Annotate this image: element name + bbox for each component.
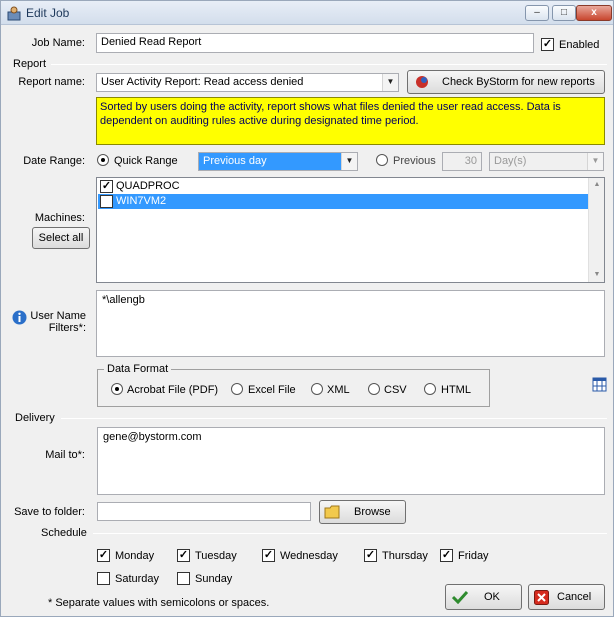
sunday-checkbox[interactable] (177, 572, 190, 585)
scroll-down-icon[interactable]: ▼ (589, 268, 604, 282)
friday-label: Friday (458, 550, 489, 562)
table-settings-icon[interactable] (592, 377, 607, 392)
report-divider (51, 64, 607, 65)
machine-row[interactable]: ✓ QUADPROC (98, 179, 588, 194)
schedule-section-label: Schedule (41, 527, 87, 539)
format-html-radio[interactable] (424, 383, 436, 395)
chevron-down-icon[interactable]: ▼ (341, 153, 357, 170)
title-bar[interactable]: Edit Job – □ x (1, 1, 613, 25)
format-xml-radio[interactable] (311, 383, 323, 395)
saturday-label: Saturday (115, 573, 160, 585)
job-name-label: Job Name: (31, 37, 85, 49)
folder-icon (324, 505, 340, 519)
report-name-select[interactable]: User Activity Report: Read access denied… (96, 73, 399, 92)
user-filter-input[interactable]: *\allengb (96, 290, 605, 357)
chevron-down-icon[interactable]: ▼ (382, 74, 398, 91)
scroll-up-icon[interactable]: ▲ (589, 178, 604, 192)
format-html-label: HTML (441, 384, 471, 396)
enabled-checkbox[interactable]: ✓ (541, 38, 554, 51)
format-xml-label: XML (327, 384, 350, 396)
cancel-icon (534, 590, 549, 605)
thursday-checkbox[interactable]: ✓ (364, 549, 377, 562)
previous-count-input[interactable]: 30 (442, 152, 482, 171)
previous-unit-value: Day(s) (494, 155, 527, 167)
save-folder-input[interactable] (97, 502, 311, 521)
save-folder-label: Save to folder: (14, 506, 85, 518)
quick-range-label: Quick Range (114, 155, 178, 167)
user-filter-label-line1: User Name (30, 310, 86, 322)
friday-checkbox[interactable]: ✓ (440, 549, 453, 562)
cancel-button[interactable]: Cancel (528, 584, 605, 610)
machine-checkbox[interactable]: ✓ (100, 180, 113, 193)
report-name-value: User Activity Report: Read access denied (101, 76, 304, 88)
quick-range-value: Previous day (203, 155, 267, 167)
ok-button[interactable]: OK (445, 584, 522, 610)
monday-checkbox[interactable]: ✓ (97, 549, 110, 562)
wednesday-label: Wednesday (280, 550, 338, 562)
date-range-label: Date Range: (23, 155, 85, 167)
machines-list[interactable]: ✓ QUADPROC ✓ WIN7VM2 ▲ ▼ (96, 177, 605, 283)
tuesday-label: Tuesday (195, 550, 237, 562)
report-section-label: Report (13, 58, 47, 70)
data-format-title: Data Format (104, 363, 172, 375)
report-name-label: Report name: (18, 76, 85, 88)
chevron-down-icon[interactable]: ▼ (587, 153, 603, 170)
format-excel-label: Excel File (248, 384, 296, 396)
machines-scrollbar[interactable]: ▲ ▼ (588, 178, 604, 282)
format-csv-radio[interactable] (368, 383, 380, 395)
window-title: Edit Job (26, 6, 70, 20)
browse-label: Browse (354, 506, 391, 518)
quick-range-select[interactable]: Previous day ▼ (198, 152, 358, 171)
cancel-label: Cancel (557, 591, 592, 603)
delivery-section-label: Delivery (15, 412, 55, 424)
maximize-button[interactable]: □ (552, 5, 576, 21)
machine-checkbox[interactable]: ✓ (100, 195, 113, 208)
browse-button[interactable]: Browse (319, 500, 406, 524)
machines-label: Machines: (34, 212, 85, 224)
format-pdf-label: Acrobat File (PDF) (127, 384, 219, 396)
bystorm-logo-icon (416, 76, 428, 88)
ok-label: OK (484, 591, 500, 603)
format-csv-label: CSV (384, 384, 407, 396)
thursday-label: Thursday (382, 550, 428, 562)
machine-row[interactable]: ✓ WIN7VM2 (98, 194, 588, 209)
edit-job-window: Edit Job – □ x Job Name: Denied Read Rep… (0, 0, 614, 617)
footnote: * Separate values with semicolons or spa… (48, 597, 270, 609)
format-pdf-radio[interactable] (111, 383, 123, 395)
job-name-input[interactable]: Denied Read Report (96, 33, 534, 53)
mail-to-label: Mail to*: (45, 449, 85, 461)
enabled-label: Enabled (559, 39, 600, 51)
mail-to-input[interactable]: gene@bystorm.com (97, 427, 605, 495)
quick-range-radio[interactable] (97, 154, 109, 166)
checkmark-icon (452, 590, 468, 604)
sunday-label: Sunday (195, 573, 233, 585)
monday-label: Monday (115, 550, 155, 562)
previous-unit-select[interactable]: Day(s) ▼ (489, 152, 604, 171)
schedule-divider (93, 533, 607, 534)
delivery-divider (61, 418, 607, 419)
previous-radio[interactable] (376, 154, 388, 166)
machine-name: WIN7VM2 (116, 195, 167, 207)
saturday-checkbox[interactable] (97, 572, 110, 585)
machine-name: QUADPROC (116, 180, 180, 192)
select-all-button[interactable]: Select all (32, 227, 90, 249)
close-button[interactable]: x (576, 5, 612, 21)
wednesday-checkbox[interactable]: ✓ (262, 549, 275, 562)
format-excel-radio[interactable] (231, 383, 243, 395)
edit-job-icon (7, 6, 21, 21)
user-filter-label-line2: Filters*: (48, 322, 86, 334)
previous-label: Previous (393, 155, 436, 167)
check-bystorm-label: Check ByStorm for new reports (442, 76, 595, 88)
tuesday-checkbox[interactable]: ✓ (177, 549, 190, 562)
minimize-button[interactable]: – (525, 5, 549, 21)
report-description: Sorted by users doing the activity, repo… (96, 97, 605, 145)
check-bystorm-button[interactable]: Check ByStorm for new reports (407, 70, 605, 94)
